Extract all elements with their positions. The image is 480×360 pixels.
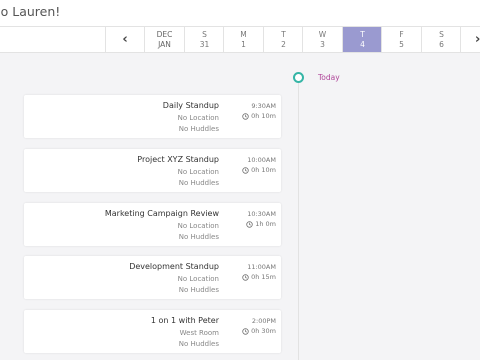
day-cell-sun-31[interactable]: S 31 xyxy=(184,27,224,52)
day-cell-fri-5[interactable]: F 5 xyxy=(381,27,421,52)
day-cell-thu-4-selected[interactable]: T 4 xyxy=(342,27,382,52)
event-title: Daily Standup xyxy=(162,101,219,110)
event-card[interactable]: Development Standup No Location No Huddl… xyxy=(24,256,281,299)
event-duration: 1h 0m xyxy=(255,220,276,228)
timeline-line xyxy=(298,78,299,360)
event-duration-group: 0h 10m xyxy=(242,112,276,120)
event-location: West Room xyxy=(179,329,219,337)
event-title: Project XYZ Standup xyxy=(137,155,219,164)
day-number: 3 xyxy=(320,40,325,49)
day-letter: W xyxy=(318,30,327,39)
day-number: 6 xyxy=(439,40,444,49)
event-location: No Location xyxy=(177,168,219,176)
event-location: No Location xyxy=(177,222,219,230)
event-huddles: No Huddles xyxy=(178,233,219,241)
event-duration-group: 0h 10m xyxy=(242,166,276,174)
event-title: 1 on 1 with Peter xyxy=(150,316,219,325)
schedule-page: ello Lauren! ‹ DEC JAN S 31 M 1 T 2 W 3 … xyxy=(0,0,480,360)
clock-icon xyxy=(242,166,249,174)
day-number: 5 xyxy=(399,40,404,49)
event-duration-group: 0h 30m xyxy=(242,327,276,335)
previous-week-button[interactable]: ‹ xyxy=(105,27,144,52)
event-duration: 0h 10m xyxy=(251,166,276,174)
month-label-bottom: JAN xyxy=(158,40,171,49)
day-number: 2 xyxy=(281,40,286,49)
day-letter: M xyxy=(240,30,247,39)
day-cell-mon-1[interactable]: M 1 xyxy=(223,27,263,52)
event-title: Marketing Campaign Review xyxy=(104,209,219,218)
today-label: Today xyxy=(318,73,340,82)
day-letter: T xyxy=(360,30,365,39)
month-label-top: DEC xyxy=(156,30,173,39)
event-time: 10:00AM xyxy=(247,156,276,164)
chevron-left-icon: ‹ xyxy=(122,32,128,47)
event-title: Development Standup xyxy=(129,262,219,271)
event-time: 11:00AM xyxy=(247,263,276,271)
day-letter: F xyxy=(399,30,404,39)
chevron-right-icon: › xyxy=(475,32,480,47)
event-duration: 0h 15m xyxy=(251,273,276,281)
event-duration-group: 0h 15m xyxy=(242,273,276,281)
day-letter: T xyxy=(281,30,286,39)
week-navigator: ‹ DEC JAN S 31 M 1 T 2 W 3 T 4 F 5 S 6 › xyxy=(0,26,480,53)
top-bar: ello Lauren! xyxy=(0,0,480,26)
day-cell-tue-2[interactable]: T 2 xyxy=(263,27,303,52)
event-huddles: No Huddles xyxy=(178,340,219,348)
clock-icon xyxy=(242,273,249,281)
event-card[interactable]: Project XYZ Standup No Location No Huddl… xyxy=(24,149,281,192)
clock-icon xyxy=(246,220,253,228)
next-week-button[interactable]: › xyxy=(460,27,480,52)
day-cell-wed-3[interactable]: W 3 xyxy=(302,27,342,52)
event-location: No Location xyxy=(177,275,219,283)
day-cell-sat-6[interactable]: S 6 xyxy=(421,27,461,52)
today-marker-icon xyxy=(293,72,304,83)
day-number: 31 xyxy=(199,40,210,49)
event-duration-group: 1h 0m xyxy=(246,220,276,228)
event-huddles: No Huddles xyxy=(178,286,219,294)
day-letter: S xyxy=(439,30,444,39)
event-card[interactable]: Marketing Campaign Review No Location No… xyxy=(24,203,281,246)
event-card[interactable]: Daily Standup No Location No Huddles 9:3… xyxy=(24,95,281,138)
day-number: 4 xyxy=(360,40,365,49)
month-label: DEC JAN xyxy=(144,27,184,52)
event-time: 9:30AM xyxy=(251,102,276,110)
clock-icon xyxy=(242,327,249,335)
day-letter: S xyxy=(202,30,207,39)
greeting-text: ello Lauren! xyxy=(0,4,61,19)
event-duration: 0h 30m xyxy=(251,327,276,335)
event-time: 10:30AM xyxy=(247,210,276,218)
clock-icon xyxy=(242,112,249,120)
event-location: No Location xyxy=(177,114,219,122)
event-huddles: No Huddles xyxy=(178,125,219,133)
event-time: 2:00PM xyxy=(251,317,276,325)
event-huddles: No Huddles xyxy=(178,179,219,187)
event-card[interactable]: 1 on 1 with Peter West Room No Huddles 2… xyxy=(24,310,281,353)
event-duration: 0h 10m xyxy=(251,112,276,120)
day-number: 1 xyxy=(241,40,246,49)
